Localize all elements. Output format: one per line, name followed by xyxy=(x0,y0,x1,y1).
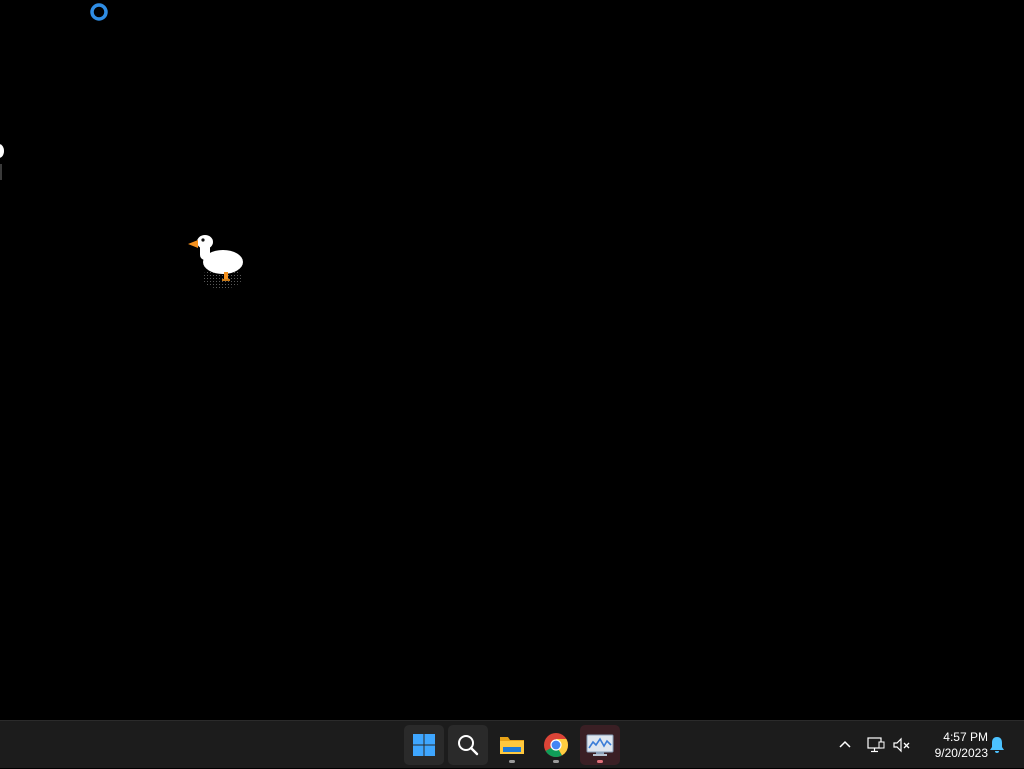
volume-muted-icon xyxy=(893,737,910,753)
search-button[interactable] xyxy=(448,725,488,765)
clock-date: 9/20/2023 xyxy=(934,746,988,760)
loading-ring-icon xyxy=(90,3,108,21)
network-button[interactable] xyxy=(864,721,888,769)
start-button[interactable] xyxy=(404,725,444,765)
taskbar: 4:57 PM 9/20/2023 xyxy=(0,720,1024,768)
desktop-goose-icon[interactable] xyxy=(186,230,248,292)
network-icon xyxy=(867,737,885,753)
running-indicator xyxy=(553,760,559,763)
folder-icon xyxy=(500,737,524,754)
volume-button[interactable] xyxy=(890,721,914,769)
offscreen-goose-icon xyxy=(0,144,4,180)
chrome-icon xyxy=(544,733,568,758)
desktop-goose-button[interactable] xyxy=(580,725,620,765)
clock-time: 4:57 PM xyxy=(943,730,988,744)
desktop xyxy=(0,0,1024,720)
clock[interactable]: 4:57 PM 9/20/2023 xyxy=(918,721,988,769)
notification-center-button[interactable] xyxy=(986,721,1008,769)
show-hidden-icons-button[interactable] xyxy=(834,721,856,769)
monitor-chart-icon xyxy=(586,734,614,756)
search-icon xyxy=(458,735,479,756)
running-indicator xyxy=(597,760,603,763)
chrome-button[interactable] xyxy=(536,725,576,765)
file-explorer-button[interactable] xyxy=(492,725,532,765)
notification-bell-icon xyxy=(990,737,1004,753)
chevron-up-icon xyxy=(839,740,851,748)
running-indicator xyxy=(509,760,515,763)
windows-start-icon xyxy=(413,734,435,756)
